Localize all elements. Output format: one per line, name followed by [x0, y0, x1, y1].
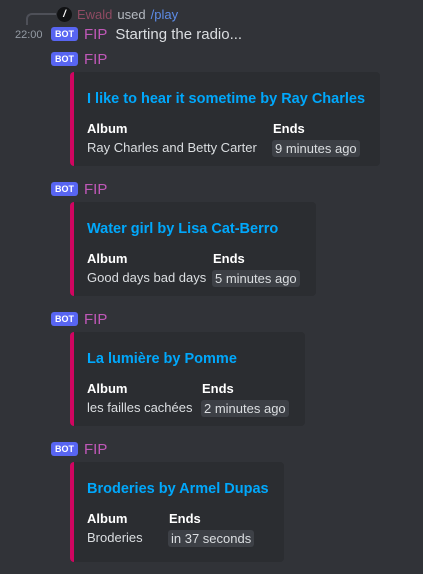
ends-timestamp[interactable]: 5 minutes ago	[212, 270, 300, 287]
album-value: les failles cachées	[87, 400, 193, 415]
embed-title-link[interactable]: Broderies by Armel Dupas	[87, 481, 269, 497]
message-timestamp: 22:00	[15, 29, 43, 41]
embed-title-link[interactable]: La lumière by Pomme	[87, 351, 237, 367]
album-label: Album	[87, 381, 128, 396]
ends-timestamp[interactable]: 2 minutes ago	[201, 400, 289, 417]
message-header: BOT FIP	[51, 49, 107, 69]
song-embed: Broderies by Armel Dupas Album Broderies…	[70, 462, 284, 562]
author-name[interactable]: FIP	[84, 51, 107, 68]
song-embed: Water girl by Lisa Cat-Berro Album Good …	[70, 202, 316, 296]
bot-tag: BOT	[51, 312, 78, 326]
author-name[interactable]: FIP	[84, 26, 107, 43]
bot-tag: BOT	[51, 52, 78, 66]
message-header: BOT FIP	[51, 439, 107, 459]
message-text: Starting the radio...	[115, 25, 243, 43]
reply-avatar[interactable]: /	[57, 6, 72, 22]
song-embed: I like to hear it sometime by Ray Charle…	[70, 72, 380, 166]
author-name[interactable]: FIP	[84, 441, 107, 458]
ends-timestamp[interactable]: in 37 seconds	[168, 530, 255, 547]
reply-reference[interactable]: / Ewald used /play	[57, 5, 178, 23]
ends-label: Ends	[169, 511, 201, 526]
ends-label: Ends	[273, 121, 305, 136]
embed-title-link[interactable]: I like to hear it sometime by Ray Charle…	[87, 91, 365, 107]
album-value: Good days bad days	[87, 270, 207, 285]
message-header: BOT FIP	[51, 179, 107, 199]
chat-area: / Ewald used /play 22:00 BOT FIP Startin…	[0, 0, 423, 574]
reply-used-label: used	[117, 6, 146, 22]
ends-label: Ends	[202, 381, 234, 396]
ends-timestamp[interactable]: 9 minutes ago	[272, 140, 360, 157]
song-embed: La lumière by Pomme Album les failles ca…	[70, 332, 305, 426]
author-name[interactable]: FIP	[84, 181, 107, 198]
album-label: Album	[87, 251, 128, 266]
album-label: Album	[87, 121, 128, 136]
embed-title-link[interactable]: Water girl by Lisa Cat-Berro	[87, 221, 278, 237]
album-value: Broderies	[87, 530, 143, 545]
bot-tag: BOT	[51, 182, 78, 196]
reply-username[interactable]: Ewald	[77, 7, 112, 22]
message-header: BOT FIP	[51, 309, 107, 329]
bot-tag: BOT	[51, 442, 78, 456]
bot-tag: BOT	[51, 27, 78, 41]
reply-command[interactable]: /play	[151, 7, 178, 22]
ends-label: Ends	[213, 251, 245, 266]
album-value: Ray Charles and Betty Carter	[87, 140, 257, 155]
author-name[interactable]: FIP	[84, 311, 107, 328]
album-label: Album	[87, 511, 128, 526]
message-header: BOT FIP Starting the radio...	[51, 24, 242, 44]
